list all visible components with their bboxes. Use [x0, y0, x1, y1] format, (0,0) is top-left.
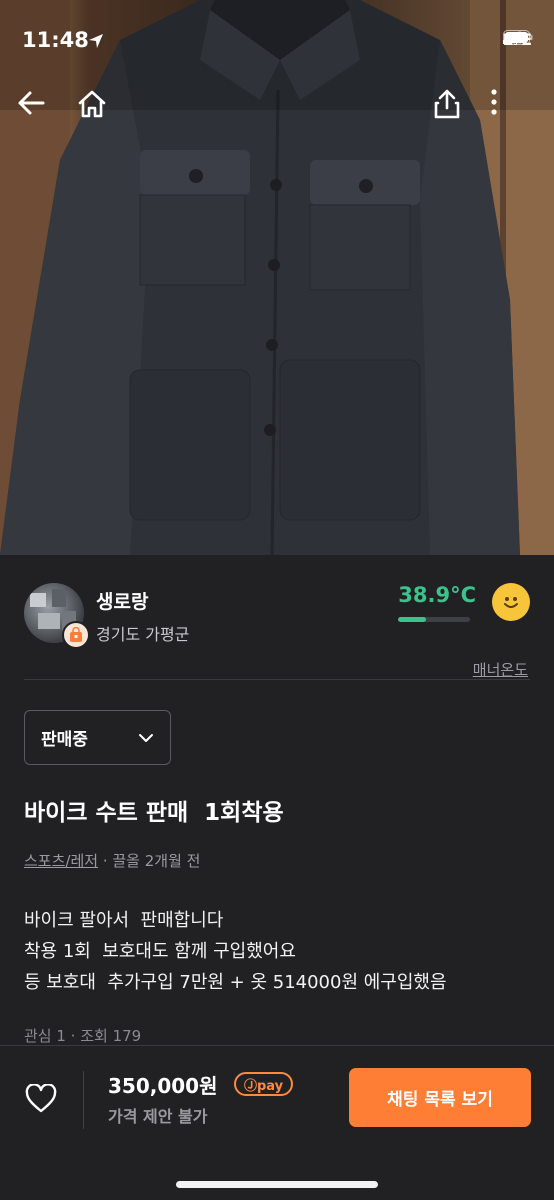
battery-icon — [502, 30, 533, 45]
price: 350,000원 — [108, 1074, 218, 1098]
home-indicator — [176, 1181, 378, 1188]
price-offer-status: 가격 제안 불가 — [108, 1107, 208, 1126]
divider — [24, 679, 530, 680]
more-button[interactable] — [490, 88, 520, 128]
status-bar: 11:48 LTE — [0, 0, 554, 80]
home-icon — [78, 90, 106, 118]
manner-temperature-link[interactable]: 매너온도 — [473, 659, 528, 680]
back-button[interactable] — [16, 88, 56, 128]
vertical-divider — [83, 1071, 84, 1129]
arrow-left-icon — [18, 91, 45, 115]
post-description: 바이크 팔아서 판매합니다 착용 1회 보호대도 함께 구입했어요 등 보호대 … — [24, 910, 447, 993]
home-button[interactable] — [76, 88, 116, 128]
status-time: 11:48 — [22, 28, 89, 52]
temperature-bar-fill — [398, 617, 427, 622]
bottom-action-bar: 350,000원 Ⓙpay 가격 제안 불가 채팅 목록 보기 — [0, 1045, 554, 1200]
heart-icon — [25, 1084, 57, 1113]
chat-list-button[interactable]: 채팅 목록 보기 — [349, 1068, 531, 1127]
product-photo[interactable]: 11:48 LTE — [0, 0, 554, 555]
seller-name: 생로랑 — [96, 591, 149, 613]
category-link[interactable]: 스포츠/레저 — [24, 852, 98, 870]
share-icon — [434, 89, 460, 119]
post-content: 생로랑 경기도 가평군 38.9°C 매너온도 판매중 바이크 수트 판매 1회… — [0, 555, 554, 1045]
seller-location: 경기도 가평군 — [96, 625, 190, 644]
smile-face-icon — [492, 583, 530, 621]
jacket-image — [0, 0, 554, 555]
location-arrow-icon — [89, 34, 103, 48]
temperature-value: 38.9°C — [398, 583, 476, 607]
sale-status-label: 판매중 — [41, 730, 88, 750]
like-button[interactable] — [22, 1080, 60, 1118]
post-time: · 끌올 2개월 전 — [98, 852, 201, 870]
share-button[interactable] — [432, 88, 472, 128]
bag-badge-icon — [62, 621, 90, 649]
chevron-down-icon — [139, 733, 153, 742]
post-title: 바이크 수트 판매 1회착용 — [24, 800, 284, 826]
temperature-bar — [398, 617, 471, 622]
seller-profile[interactable]: 생로랑 경기도 가평군 38.9°C 매너온도 — [24, 583, 530, 679]
pay-badge: Ⓙpay — [234, 1072, 294, 1096]
more-vertical-icon — [491, 89, 497, 115]
sale-status-select[interactable]: 판매중 — [24, 710, 171, 765]
post-stats: 관심 1 · 조회 179 — [24, 1027, 142, 1045]
post-meta: 스포츠/레저 · 끌올 2개월 전 — [24, 850, 200, 871]
manner-temperature: 38.9°C — [398, 583, 476, 622]
